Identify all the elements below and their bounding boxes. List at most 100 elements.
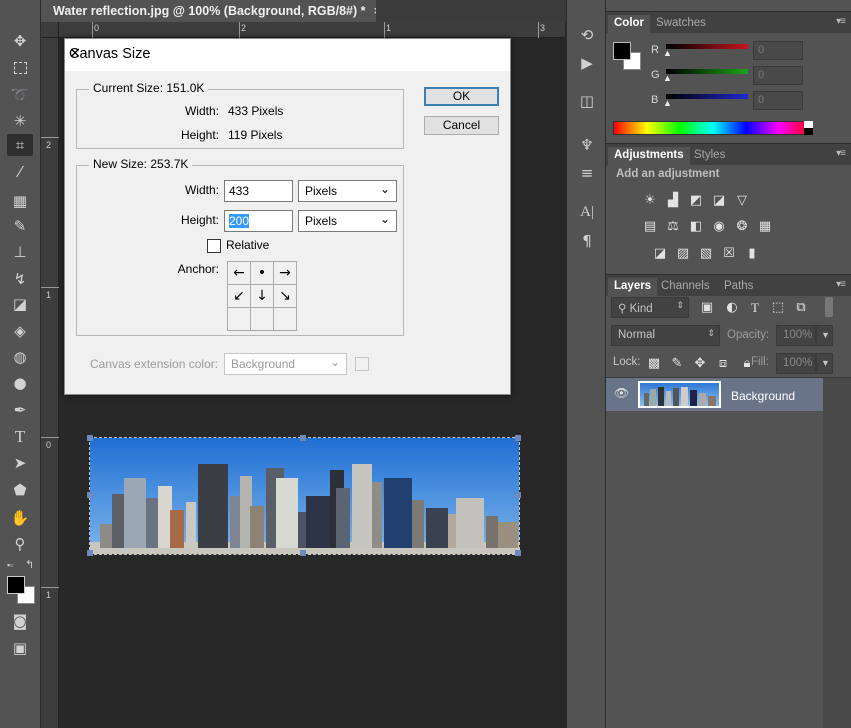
crop-handle[interactable] [87, 492, 93, 498]
tab-swatches[interactable]: Swatches [650, 15, 712, 34]
color-balance-icon[interactable]: ⚖ [665, 220, 681, 234]
foreground-color-swatch[interactable] [7, 576, 25, 594]
paragraph-icon[interactable]: ¶ [576, 232, 598, 252]
blue-slider[interactable] [666, 94, 748, 99]
anchor-arrow-down-icon[interactable]: ↓ [251, 285, 274, 308]
width-input[interactable]: 433 [224, 180, 293, 202]
character-icon[interactable]: A| [576, 204, 598, 224]
ruler-origin[interactable] [41, 22, 59, 38]
crop-handle[interactable] [300, 435, 306, 441]
vertical-ruler[interactable]: 2 1 0 1 [41, 22, 59, 728]
crop-handle[interactable] [515, 435, 521, 441]
anchor-cell[interactable] [228, 308, 251, 331]
layers-scrollbar[interactable] [823, 378, 851, 728]
zoom-tool-icon[interactable]: ⚲ [7, 533, 33, 555]
blur-tool-icon[interactable]: ◍ [7, 346, 33, 368]
properties-icon[interactable]: ≡ [576, 164, 598, 184]
exposure-icon[interactable]: ◪ [711, 194, 727, 208]
filter-smart-object-icon[interactable]: ⧉ [793, 301, 809, 315]
filter-toggle-switch[interactable] [825, 297, 833, 317]
crop-handle[interactable] [515, 492, 521, 498]
filter-type-icon[interactable]: T [747, 301, 763, 315]
color-lookup-icon[interactable]: ▦ [757, 220, 773, 234]
tab-channels[interactable]: Channels [655, 278, 716, 297]
height-unit-select[interactable]: Pixels ⌄ [298, 210, 397, 232]
pen-tool-icon[interactable]: ✒ [7, 399, 33, 421]
filter-pixel-icon[interactable]: ▣ [699, 301, 715, 315]
history-brush-tool-icon[interactable]: ↯ [7, 268, 33, 290]
anchor-center-dot-icon[interactable]: • [251, 262, 274, 285]
brush-presets-icon[interactable]: ♆ [576, 136, 598, 156]
spectrum-black[interactable] [804, 128, 813, 135]
eyedropper-tool-icon[interactable]: ⁄ [7, 161, 33, 183]
posterize-icon[interactable]: ▨ [675, 247, 691, 261]
opacity-field[interactable]: 100% [776, 325, 816, 346]
hue-saturation-icon[interactable]: ▤ [642, 220, 658, 234]
quick-mask-icon[interactable]: ◙ [7, 610, 33, 632]
green-value-field[interactable]: 0 [753, 66, 803, 85]
width-unit-select[interactable]: Pixels ⌄ [298, 180, 397, 202]
filter-shape-icon[interactable]: ⬚ [770, 301, 786, 315]
anchor-cell[interactable] [274, 308, 297, 331]
layer-row[interactable]: 👁︎ Background [606, 378, 823, 411]
move-tool-icon[interactable]: ✥ [7, 30, 33, 52]
healing-brush-tool-icon[interactable]: ▦ [7, 190, 33, 212]
crop-handle[interactable] [300, 550, 306, 556]
cancel-button[interactable]: Cancel [424, 116, 499, 135]
color-spectrum-bar[interactable] [613, 121, 813, 135]
spectrum-white[interactable] [804, 121, 813, 128]
default-colors-icon[interactable]: ▪▫ [7, 560, 13, 570]
fill-field[interactable]: 100% [776, 353, 816, 374]
curves-icon[interactable]: ◩ [688, 194, 704, 208]
slider-thumb-icon[interactable]: ▲ [663, 98, 672, 108]
close-icon[interactable]: ✕ [69, 46, 498, 62]
anchor-arrow-down-right-icon[interactable]: ↘ [274, 285, 297, 308]
opacity-dropdown[interactable]: ▼ [816, 325, 833, 346]
relative-checkbox[interactable] [207, 239, 221, 253]
actions-icon[interactable]: ▶ [576, 54, 598, 74]
lock-transparent-icon[interactable]: ▩ [646, 357, 662, 371]
tab-color[interactable]: Color [608, 15, 651, 34]
ok-button[interactable]: OK [424, 87, 499, 106]
anchor-cell[interactable] [251, 308, 274, 331]
lock-image-icon[interactable]: ✎ [669, 357, 685, 371]
panel-menu-icon[interactable]: ▾≡ [836, 279, 846, 290]
crop-handle[interactable] [87, 435, 93, 441]
layer-filter-select[interactable]: ⚲ Kind ⇕ [611, 297, 689, 318]
eraser-tool-icon[interactable]: ◪ [7, 293, 33, 315]
brush-tool-icon[interactable]: ✎ [7, 215, 33, 237]
fill-dropdown[interactable]: ▼ [816, 353, 833, 374]
blend-mode-select[interactable]: Normal ⇕ [611, 325, 720, 346]
tab-paths[interactable]: Paths [718, 278, 759, 297]
invert-icon[interactable]: ◪ [652, 247, 668, 261]
clone-stamp-tool-icon[interactable]: ⊥ [7, 241, 33, 263]
anchor-arrow-right-icon[interactable]: → [274, 262, 297, 285]
color-foreground-swatch[interactable] [613, 42, 631, 60]
blue-value-field[interactable]: 0 [753, 91, 803, 110]
channel-mixer-icon[interactable]: ❂ [734, 220, 750, 234]
crop-handle[interactable] [515, 550, 521, 556]
hand-tool-icon[interactable]: ✋ [7, 507, 33, 529]
swap-colors-icon[interactable]: ↰ [25, 558, 34, 571]
screen-mode-icon[interactable]: ▣ [7, 637, 33, 659]
tab-layers[interactable]: Layers [608, 278, 658, 297]
photo-filter-icon[interactable]: ◉ [711, 220, 727, 234]
quick-select-tool-icon[interactable]: ✳ [7, 110, 33, 132]
selective-color-icon[interactable]: ☒ [721, 247, 737, 261]
document-tab[interactable]: Water reflection.jpg @ 100% (Background,… [41, 0, 381, 22]
path-select-tool-icon[interactable]: ➤ [7, 452, 33, 474]
dialog-titlebar[interactable]: Canvas Size ✕ [65, 39, 510, 71]
height-input[interactable]: 200 [224, 210, 293, 232]
document-image[interactable] [89, 437, 520, 555]
marquee-tool-icon[interactable] [7, 57, 33, 79]
threshold-icon[interactable]: ▧ [698, 247, 714, 261]
slider-thumb-icon[interactable]: ▲ [663, 73, 672, 83]
green-slider[interactable] [666, 69, 748, 74]
tab-styles[interactable]: Styles [688, 147, 731, 166]
extension-color-select[interactable]: Background ⌄ [224, 353, 347, 375]
anchor-arrow-left-icon[interactable]: ← [228, 262, 251, 285]
dodge-tool-icon[interactable]: ● [7, 372, 33, 394]
black-white-icon[interactable]: ◧ [688, 220, 704, 234]
brightness-contrast-icon[interactable]: ☀ [642, 194, 658, 208]
filter-adjustment-icon[interactable]: ◐ [724, 301, 740, 315]
